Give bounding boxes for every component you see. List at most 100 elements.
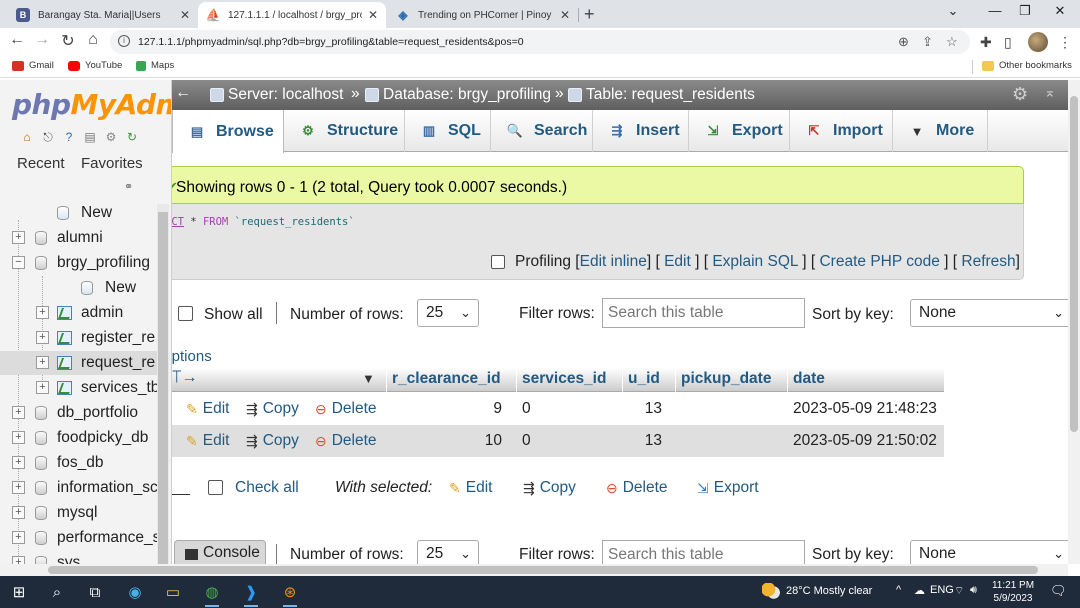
cell-r-clearance-id[interactable]: 9 bbox=[392, 400, 502, 418]
settings-gear-icon[interactable]: ⚙ bbox=[1012, 84, 1028, 105]
column-header-date[interactable]: date bbox=[793, 370, 825, 388]
breadcrumb-database[interactable]: Database: brgy_profiling bbox=[365, 86, 551, 104]
options-link[interactable]: Options bbox=[172, 348, 212, 365]
tab-import[interactable]: ⇱ Import bbox=[790, 110, 893, 152]
cell-services-id[interactable]: 0 bbox=[522, 400, 531, 418]
row-copy-button[interactable]: ⇶ Copy bbox=[246, 400, 299, 418]
profile-avatar[interactable] bbox=[1028, 32, 1048, 52]
side-panel-icon[interactable]: ▯ bbox=[1004, 34, 1012, 51]
expand-arrows-icon[interactable]: ⟙→ bbox=[172, 369, 197, 387]
bulk-export-button[interactable]: ⇲ Export bbox=[697, 479, 759, 497]
nav-tree-item[interactable]: + register_re bbox=[0, 326, 158, 350]
row-copy-button[interactable]: ⇶ Copy bbox=[246, 432, 299, 450]
table-row[interactable]: ✎ Edit ⇶ Copy ⊖ Delete 10 0 13 2023-05-09 21:50:0… bbox=[172, 425, 944, 457]
nav-tree-item[interactable]: + foodpicky_db bbox=[0, 426, 158, 450]
browser-tab-phpmyadmin[interactable]: ⛵ 127.1.1.1 / localhost / brgy_profili ✕ bbox=[198, 2, 386, 28]
row-edit-button[interactable]: ✎ Edit bbox=[186, 400, 229, 418]
nav-scrollbar-thumb[interactable] bbox=[158, 212, 168, 572]
extensions-icon[interactable]: ✚ bbox=[980, 34, 992, 51]
close-window-icon[interactable]: ✕ bbox=[1050, 3, 1070, 19]
nav-tree-item[interactable]: + services_tb bbox=[0, 376, 159, 400]
bulk-edit-button[interactable]: ✎ Edit bbox=[449, 479, 492, 497]
minimize-icon[interactable]: — bbox=[985, 3, 1005, 18]
page-scrollbar-thumb-vertical[interactable] bbox=[1070, 96, 1078, 432]
check-all-label[interactable]: Check all bbox=[235, 479, 299, 497]
nav-tree-item[interactable]: + request_re bbox=[0, 351, 158, 375]
nav-tree-item[interactable]: + information_sc bbox=[0, 476, 158, 500]
zoom-icon[interactable]: ⊕ bbox=[898, 34, 909, 50]
column-header-r-clearance-id[interactable]: r_clearance_id bbox=[392, 370, 501, 388]
logout-icon[interactable]: ⎋ bbox=[39, 128, 57, 146]
breadcrumb-table[interactable]: Table: request_residents bbox=[568, 86, 755, 104]
nav-tree-item[interactable]: − brgy_profiling bbox=[0, 251, 158, 275]
language-indicator[interactable]: ENG bbox=[930, 584, 954, 596]
row-edit-button[interactable]: ✎ Edit bbox=[186, 432, 229, 450]
forward-icon[interactable]: → bbox=[32, 31, 52, 49]
new-tab-icon[interactable]: + bbox=[584, 4, 595, 25]
reload-icon[interactable]: ↻ bbox=[58, 31, 78, 51]
xampp-icon[interactable]: ⊛ bbox=[277, 580, 303, 607]
close-tab-icon[interactable]: ✕ bbox=[368, 8, 378, 22]
menu-kebab-icon[interactable]: ⋮ bbox=[1058, 34, 1072, 51]
row-delete-button[interactable]: ⊖ Delete bbox=[315, 432, 377, 450]
bookmark-gmail[interactable]: Gmail bbox=[12, 60, 54, 71]
cell-date[interactable]: 2023-05-09 21:50:02 bbox=[793, 432, 937, 450]
taskbar-clock[interactable]: 11:21 PM 5/9/2023 bbox=[984, 579, 1042, 605]
show-hidden-icons-icon[interactable]: ^ bbox=[896, 584, 901, 596]
tab-search-icon[interactable]: ⌄ bbox=[943, 3, 963, 19]
weather-widget[interactable]: 28°C Mostly clear bbox=[762, 583, 872, 599]
settings-icon[interactable]: ⚙ bbox=[102, 128, 120, 146]
share-icon[interactable]: ⇪ bbox=[922, 34, 933, 50]
site-info-icon[interactable]: i bbox=[118, 35, 130, 47]
nav-tree-item[interactable]: + db_portfolio bbox=[0, 401, 158, 425]
bookmark-star-icon[interactable]: ☆ bbox=[946, 34, 958, 50]
tab-more[interactable]: ▼ More bbox=[893, 110, 988, 152]
collapse-nav-icon[interactable]: ← bbox=[175, 84, 191, 102]
console-toggle[interactable]: Console bbox=[174, 540, 266, 566]
edit-query-link[interactable]: Edit bbox=[664, 253, 691, 270]
cell-services-id[interactable]: 0 bbox=[522, 432, 531, 450]
cell-date[interactable]: 2023-05-09 21:48:23 bbox=[793, 400, 937, 418]
expand-icon[interactable]: + bbox=[36, 306, 49, 319]
column-header-services-id[interactable]: services_id bbox=[522, 370, 606, 388]
filter-rows-input[interactable]: Search this table bbox=[602, 298, 805, 328]
expand-icon[interactable]: + bbox=[36, 356, 49, 369]
close-tab-icon[interactable]: ✕ bbox=[180, 8, 190, 22]
bookmark-youtube[interactable]: YouTube bbox=[68, 60, 122, 71]
expand-icon[interactable]: + bbox=[12, 406, 25, 419]
refresh-link[interactable]: Refresh bbox=[961, 253, 1015, 270]
collapse-top-menu-icon[interactable]: ⌅ bbox=[1044, 84, 1056, 101]
collapse-icon[interactable]: − bbox=[12, 256, 25, 269]
browser-tab-users[interactable]: B Barangay Sta. Maria||Users ✕ bbox=[8, 2, 198, 28]
notifications-icon[interactable]: 🗨︎ bbox=[1050, 583, 1067, 599]
bulk-copy-button[interactable]: ⇶ Copy bbox=[523, 479, 576, 497]
cell-u-id[interactable]: 13 bbox=[628, 432, 662, 450]
restore-icon[interactable]: ❐ bbox=[1015, 3, 1035, 19]
expand-icon[interactable]: + bbox=[12, 506, 25, 519]
breadcrumb-server[interactable]: Server: localhost bbox=[210, 86, 343, 104]
column-header-pickup-date[interactable]: pickup_date bbox=[681, 370, 771, 388]
sort-by-key-select[interactable]: None ⌄ bbox=[910, 299, 1068, 327]
tab-export[interactable]: ⇲ Export bbox=[689, 110, 790, 152]
phpmyadmin-logo[interactable]: phpMyAdmin bbox=[12, 88, 171, 121]
create-php-code-link[interactable]: Create PHP code bbox=[819, 253, 939, 270]
reload-navigation-icon[interactable]: ↻ bbox=[123, 128, 141, 146]
tab-browse[interactable]: ▤ Browse bbox=[172, 110, 284, 153]
row-delete-button[interactable]: ⊖ Delete bbox=[315, 400, 377, 418]
help-icon[interactable]: ? bbox=[60, 128, 78, 146]
nav-tree-item[interactable]: + performance_s bbox=[0, 526, 160, 550]
home-icon[interactable]: ⌂ bbox=[83, 31, 103, 49]
table-row[interactable]: ✎ Edit ⇶ Copy ⊖ Delete 9 0 13 2023-05-09 21:48:23 bbox=[172, 393, 944, 425]
recent-tables-button[interactable]: Recent bbox=[12, 154, 70, 173]
page-scrollbar-thumb-horizontal[interactable] bbox=[48, 566, 1038, 574]
nav-tree-item[interactable]: + admin bbox=[0, 301, 158, 325]
nav-tree-item[interactable]: + mysql bbox=[0, 501, 158, 525]
nav-tree-item[interactable]: New bbox=[0, 201, 158, 225]
home-icon[interactable]: ⌂ bbox=[18, 128, 36, 146]
tab-search[interactable]: 🔍 Search bbox=[491, 110, 593, 152]
expand-icon[interactable]: + bbox=[36, 331, 49, 344]
start-windows-icon[interactable]: ⊞ bbox=[6, 580, 32, 604]
expand-icon[interactable]: + bbox=[12, 531, 25, 544]
close-tab-icon[interactable]: ✕ bbox=[560, 8, 570, 22]
show-all-checkbox[interactable] bbox=[178, 306, 193, 321]
